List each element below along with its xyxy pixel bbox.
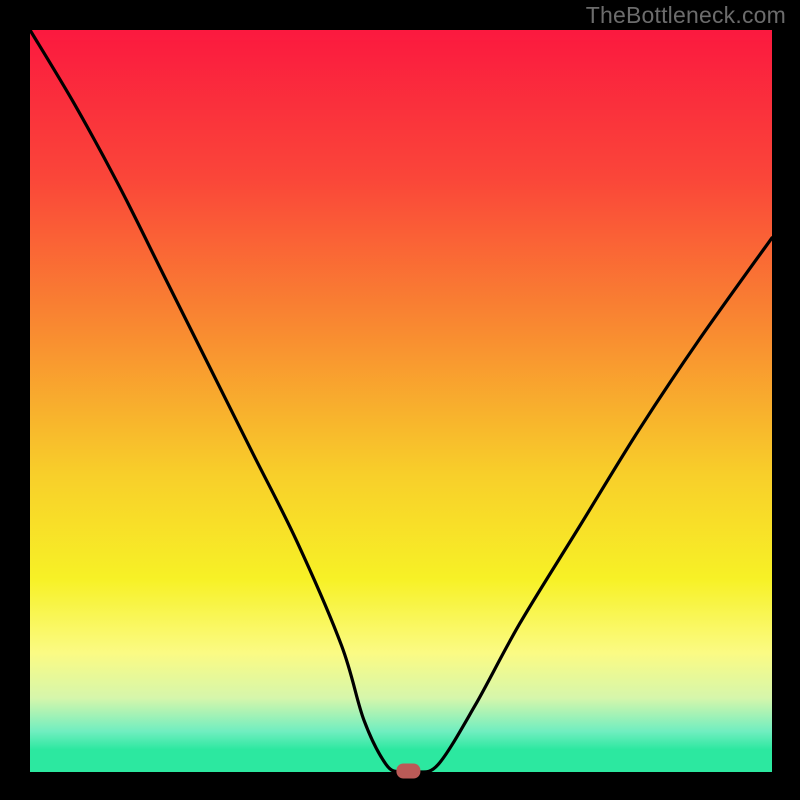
chart-frame: TheBottleneck.com [0,0,800,800]
optimum-marker [396,764,420,779]
gradient-background [30,30,772,772]
bottleneck-chart [0,0,800,800]
watermark-text: TheBottleneck.com [586,2,786,29]
